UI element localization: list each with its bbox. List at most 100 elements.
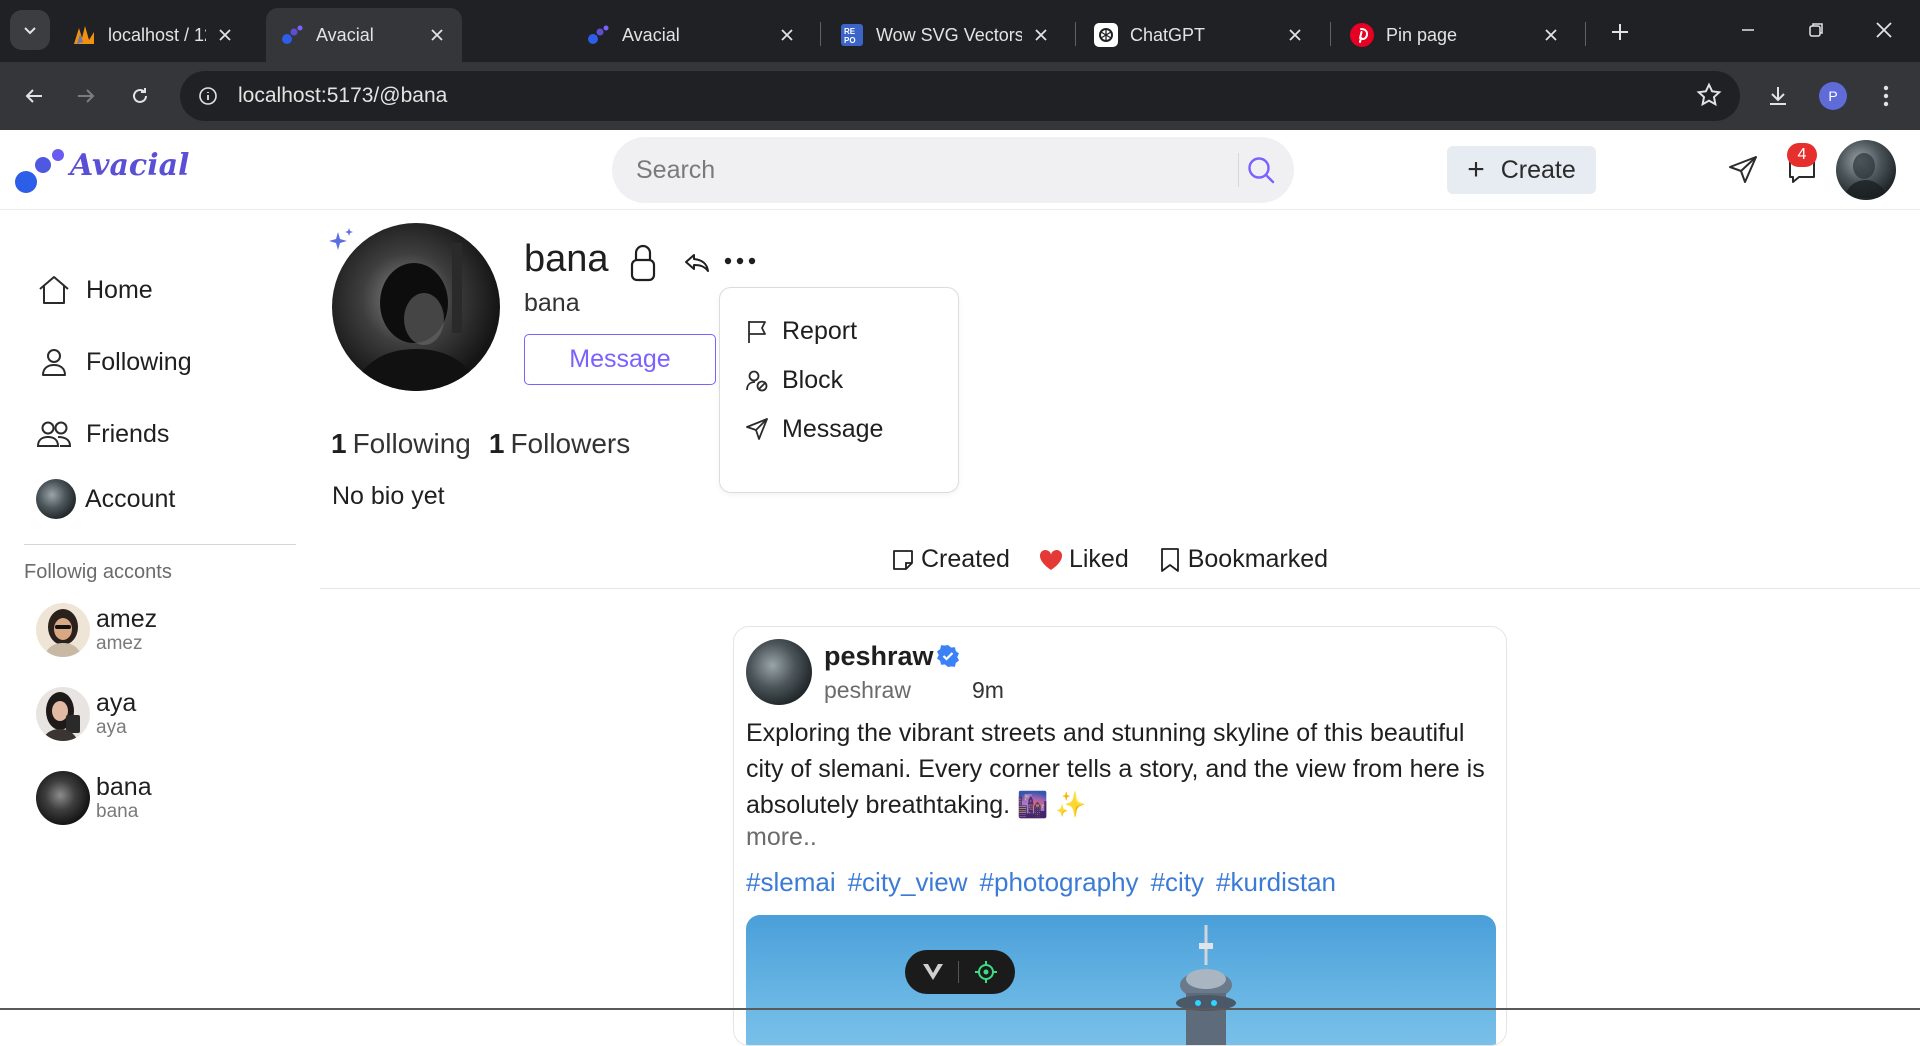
profile-tabs: Created Liked Bookmarked [890,545,1356,574]
close-icon[interactable] [214,24,236,46]
post-image[interactable] [746,915,1496,1045]
profile-bio: No bio yet [332,482,445,510]
svgrepo-icon: RE PO [840,23,864,47]
close-icon[interactable] [776,24,798,46]
browser-toolbar: localhost:5173/@bana P [0,62,1920,130]
close-icon[interactable] [1540,24,1562,46]
user-avatar[interactable] [1836,140,1896,200]
tab-svgrepo[interactable]: RE PO Wow SVG Vectors [826,8,1066,62]
create-button[interactable]: + Create [1447,146,1596,194]
close-icon[interactable] [426,24,448,46]
new-tab-button[interactable] [1600,12,1640,52]
post-author-avatar[interactable] [746,639,812,705]
share-icon[interactable] [684,252,710,274]
tab-chatgpt[interactable]: ChatGPT [1080,8,1320,62]
following-account-aya[interactable]: aya aya [36,687,136,741]
tab-title: Wow SVG Vectors [876,24,1022,45]
verified-badge-icon [937,645,959,667]
following-account-amez[interactable]: amez amez [36,603,157,657]
minimize-icon [1742,29,1754,31]
followers-label: Followers [510,428,631,459]
post-card[interactable]: peshraw peshraw 9m Exploring the vibrant… [733,626,1507,1046]
followers-count: 1 [488,428,505,459]
site-info-icon[interactable] [194,82,222,110]
restore-button[interactable] [1792,8,1840,52]
tab-bookmarked[interactable]: Bookmarked [1157,545,1328,574]
floater-divider [958,961,960,983]
browser-menu-button[interactable] [1866,76,1906,116]
search-input[interactable] [636,155,1226,185]
close-icon[interactable] [1284,24,1306,46]
bookmark-star-icon[interactable] [1696,82,1722,113]
send-icon [1729,156,1757,183]
avatar [36,771,90,825]
more-options-menu: Report Block Message [719,287,959,493]
sidebar-item-account[interactable]: Account [36,474,175,524]
reload-icon [133,88,147,103]
messages-button[interactable] [1721,148,1765,192]
tab-created[interactable]: Created [890,545,1010,574]
hashtag-link[interactable]: #kurdistan [1216,867,1336,898]
menu-item-label: Block [782,365,844,394]
following-stat[interactable]: 1 Following [331,428,471,460]
sidebar-item-friends[interactable]: Friends [36,409,169,459]
tab-avacial[interactable]: Avacial [572,8,812,62]
address-bar[interactable]: localhost:5173/@bana [180,71,1740,121]
tab-title: Avacial [316,24,374,45]
post-author-username: peshraw [824,677,911,703]
browser-tab-bar: localhost / 127.0.0.1 Avacial Avacial RE… [0,0,1920,62]
following-account-bana[interactable]: bana bana [36,771,152,825]
post-time: 9m [972,677,1004,703]
minimize-button[interactable] [1724,8,1772,52]
close-icon[interactable] [1030,24,1052,46]
avacial-logo-icon[interactable] [14,148,64,194]
more-options-button[interactable] [718,246,762,276]
following-label: Following [352,428,471,459]
menu-item-block[interactable]: Block [744,360,843,400]
ellipsis-icon [724,257,756,265]
menu-item-message[interactable]: Message [744,409,883,449]
back-button[interactable] [14,76,54,116]
tab-phpmyadmin[interactable]: localhost / 127.0.0.1 [58,8,250,62]
download-icon [1770,87,1786,105]
message-button[interactable]: Message [524,334,716,385]
tab-liked[interactable]: Liked [1038,545,1129,574]
hashtag-link[interactable]: #city_view [848,867,968,898]
dev-tools-floater[interactable] [905,950,1015,994]
sidebar-item-following[interactable]: Following [36,337,192,387]
hashtag-link[interactable]: #photography [980,867,1139,898]
forward-button[interactable] [66,76,106,116]
downloads-button[interactable] [1758,76,1798,116]
logo-text[interactable]: Avacial [70,148,189,183]
reload-button[interactable] [120,76,160,116]
users-icon [36,416,72,452]
tab-search-button[interactable] [10,10,50,50]
sidebar-item-label: Following [86,347,192,376]
tab-pinterest[interactable]: Pin page [1336,8,1576,62]
chatgpt-icon [1094,23,1118,47]
read-more-link[interactable]: more.. [746,823,817,852]
search-icon[interactable] [1244,153,1278,187]
menu-item-report[interactable]: Report [744,311,857,351]
profile-button[interactable]: P [1813,76,1853,116]
close-icon [1876,22,1892,38]
hashtag-link[interactable]: #city [1151,867,1204,898]
hashtag-link[interactable]: #slemai [746,867,836,898]
tab-avacial-active[interactable]: Avacial [266,8,462,62]
profile-avatar[interactable] [332,223,500,391]
post-author-name[interactable]: peshraw [824,641,934,672]
svg-text:RE: RE [844,27,856,36]
sidebar-item-home[interactable]: Home [36,265,153,315]
tab-title: Avacial [622,24,680,45]
phpmyadmin-icon [72,23,96,47]
post-tags: #slemai #city_view #photography #city #k… [746,867,1336,898]
followers-stat[interactable]: 1 Followers [489,428,630,460]
close-window-button[interactable] [1860,8,1908,52]
lock-icon [630,244,656,282]
arrow-right-icon [78,89,95,103]
svg-text:PO: PO [844,36,856,45]
block-user-icon [744,367,770,393]
tab-title: localhost / 127.0.0.1 [108,24,206,45]
tab-label: Liked [1068,545,1129,573]
restore-icon [1809,23,1823,37]
